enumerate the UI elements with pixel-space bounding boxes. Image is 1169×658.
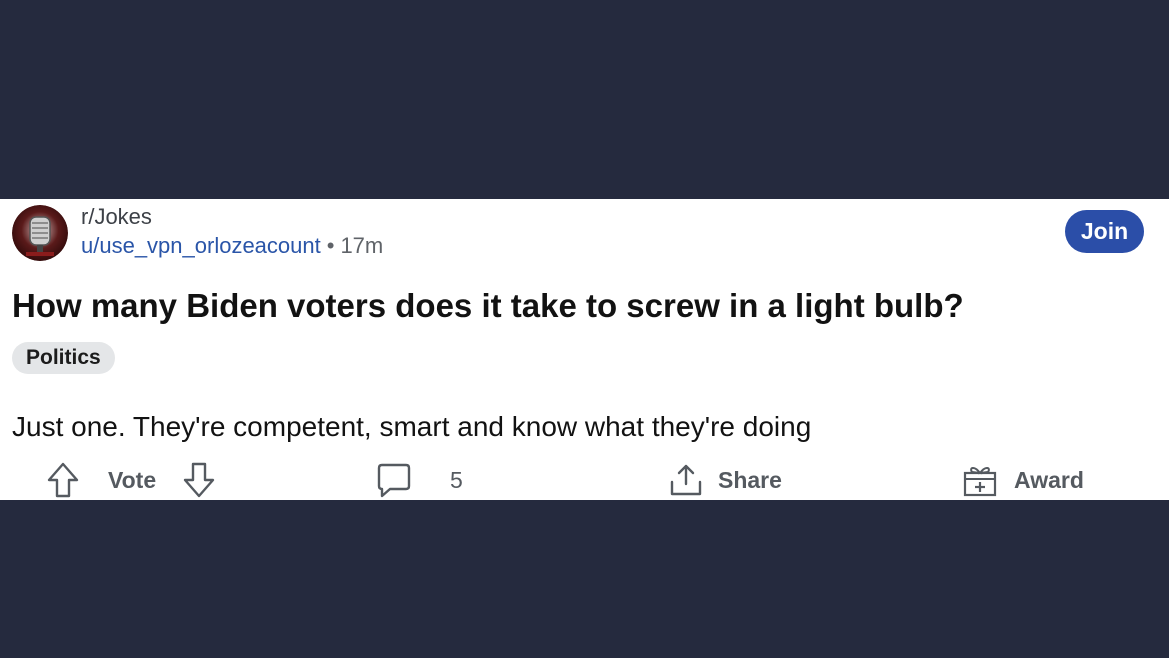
post-meta: u/use_vpn_orlozeacount • 17m — [81, 234, 383, 258]
share-button[interactable]: Share — [668, 460, 782, 500]
post-body: Just one. They're competent, smart and k… — [12, 411, 812, 442]
comment-bubble-icon — [376, 462, 412, 498]
comments-button[interactable]: 5 — [376, 460, 463, 500]
upvote-arrow-icon[interactable] — [46, 461, 80, 499]
award-label: Award — [1014, 466, 1084, 493]
post-age: 17m — [340, 233, 384, 258]
author-username[interactable]: u/use_vpn_orlozeacount — [81, 233, 321, 258]
subreddit-avatar-icon[interactable] — [12, 205, 68, 261]
downvote-arrow-icon[interactable] — [182, 461, 216, 499]
post-title[interactable]: How many Biden voters does it take to sc… — [12, 285, 964, 327]
post-flair[interactable]: Politics — [12, 342, 115, 374]
join-button[interactable]: Join — [1065, 210, 1144, 253]
share-icon — [668, 462, 704, 498]
meta-separator: • — [326, 233, 335, 258]
comment-count: 5 — [450, 466, 463, 493]
award-gift-icon — [962, 462, 998, 498]
vote-label: Vote — [108, 466, 157, 493]
vote-bar: Vote — [46, 460, 216, 500]
subreddit-name[interactable]: r/Jokes — [81, 205, 152, 229]
share-label: Share — [718, 466, 782, 493]
award-button[interactable]: Award — [962, 460, 1084, 500]
